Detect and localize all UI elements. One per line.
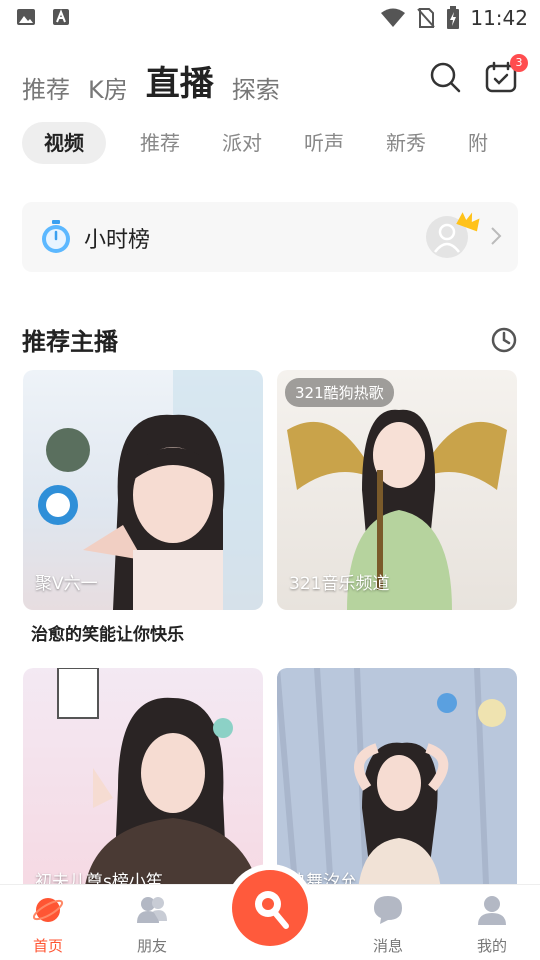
stream-title: 321音乐频道	[289, 574, 390, 594]
nav-messages-label: 消息	[372, 937, 403, 955]
subtab-party[interactable]: 派对	[214, 122, 270, 164]
go-live-button[interactable]	[232, 870, 308, 946]
app-screen: 11:42 推荐 K房 直播 探索 3 视频 推荐 派对 听声 新秀 附 小时榜…	[0, 0, 540, 960]
section-title: 推荐主播	[22, 328, 118, 356]
stopwatch-icon	[42, 220, 70, 253]
gallery-icon	[17, 9, 35, 25]
subtab-video[interactable]: 视频	[22, 122, 106, 164]
nav-friends[interactable]: 朋友	[112, 893, 192, 956]
category-tag: 321酷狗热歌	[285, 378, 394, 407]
subtab-newcomer[interactable]: 新秀	[378, 122, 434, 164]
no-sim-icon	[417, 8, 436, 28]
tab-explore[interactable]: 探索	[232, 76, 280, 104]
top-tab-bar: 推荐 K房 直播 探索	[22, 58, 280, 104]
history-clock-icon[interactable]	[490, 326, 518, 354]
subtab-recommend[interactable]: 推荐	[132, 122, 188, 164]
card-caption: 治愈的笑能让你快乐	[31, 625, 184, 645]
nav-messages[interactable]: 消息	[348, 893, 428, 956]
stream-thumbnail: 321酷狗热歌 321音乐频道	[277, 370, 517, 610]
nav-home-label: 首页	[32, 937, 63, 955]
stream-thumbnail: 聚V六一	[23, 370, 263, 610]
stream-title: 聚V六一	[35, 574, 98, 594]
nav-friends-label: 朋友	[136, 937, 167, 955]
hourly-ranking-card[interactable]: 小时榜	[22, 202, 518, 272]
nav-home[interactable]: 首页	[8, 893, 88, 956]
status-bar: 11:42	[0, 0, 540, 36]
chevron-right-icon	[491, 227, 502, 245]
search-button[interactable]	[428, 60, 462, 94]
nav-profile-label: 我的	[476, 937, 507, 955]
battery-icon	[447, 6, 460, 29]
sub-tab-bar: 视频 推荐 派对 听声 新秀 附	[22, 122, 496, 164]
streamer-card[interactable]: 聚V六一 治愈的笑能让你快乐	[23, 370, 263, 645]
chat-bubble-icon	[374, 896, 402, 924]
streamer-card[interactable]: 热舞汐允	[277, 668, 517, 908]
stream-thumbnail: 初夫儿尊s榜小笙	[23, 668, 263, 908]
notification-badge: 3	[510, 54, 528, 72]
subtab-listen[interactable]: 听声	[296, 122, 352, 164]
streamer-card[interactable]: 321酷狗热歌 321音乐频道	[277, 370, 517, 620]
tab-live[interactable]: 直播	[146, 64, 214, 104]
friends-icon	[137, 897, 167, 923]
tab-recommend[interactable]: 推荐	[22, 76, 70, 104]
wifi-icon	[381, 8, 406, 27]
tab-k-room[interactable]: K房	[88, 76, 128, 104]
crown-icon	[456, 212, 480, 232]
planet-icon	[32, 898, 64, 922]
search-icon	[430, 62, 461, 93]
checkin-button[interactable]: 3	[484, 54, 528, 94]
profile-icon	[478, 896, 506, 925]
hourly-ranking-label: 小时榜	[84, 228, 151, 253]
font-a-icon	[53, 9, 69, 25]
streamer-card[interactable]: 初夫儿尊s榜小笙	[23, 668, 263, 908]
microphone-icon	[255, 891, 289, 929]
nav-profile[interactable]: 我的	[452, 893, 532, 956]
stream-thumbnail: 热舞汐允	[277, 668, 517, 908]
subtab-nearby[interactable]: 附	[460, 122, 496, 164]
clock-time: 11:42	[470, 6, 528, 30]
